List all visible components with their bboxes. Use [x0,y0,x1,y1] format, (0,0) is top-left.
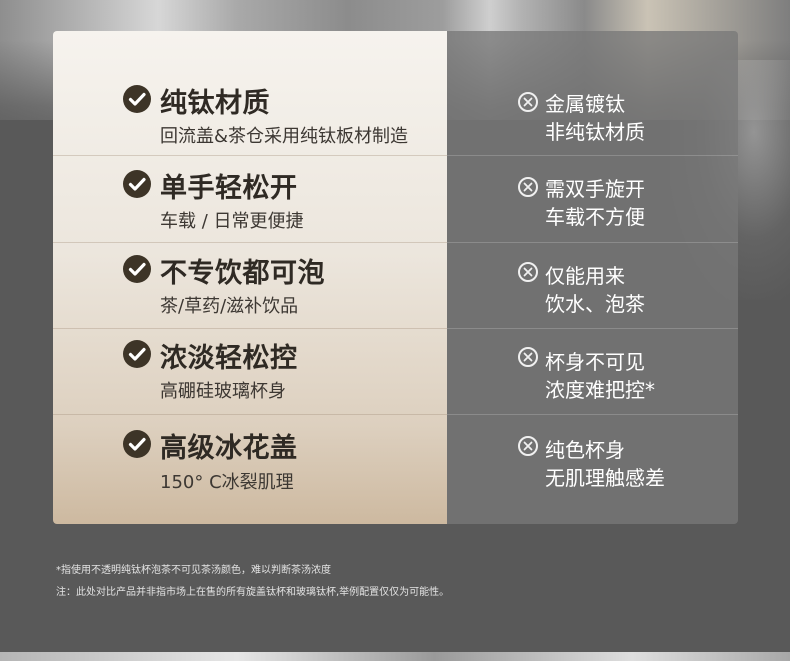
con-line2: 车载不方便 [545,205,645,229]
feature-title: 单手轻松开 [160,173,298,204]
check-circle-icon [123,340,151,368]
check-circle-icon [123,430,151,458]
feature-title: 纯钛材质 [160,88,270,119]
row-divider [447,328,738,329]
con-line1: 金属镀钛 [545,92,625,116]
background-metal-bottom [0,652,790,661]
con-line2: 浓度难把控* [545,378,655,402]
x-circle-icon [518,262,538,282]
row-divider [447,414,738,415]
feature-title: 不专饮都可泡 [160,258,325,289]
con-line1: 需双手旋开 [545,177,645,201]
comparison-panel: 纯钛材质 回流盖&茶仓采用纯钛板材制造 金属镀钛 非纯钛材质 单手轻松开 车载 … [53,31,738,524]
feature-subtitle: 茶/草药/滋补饮品 [160,296,299,317]
con-line2: 非纯钛材质 [545,120,645,144]
con-line2: 无肌理触感差 [545,466,665,490]
row-divider [447,242,738,243]
feature-title: 浓淡轻松控 [160,343,298,374]
check-circle-icon [123,255,151,283]
feature-title: 高级冰花盖 [160,433,298,464]
check-circle-icon [123,170,151,198]
feature-subtitle: 150° C冰裂肌理 [160,472,294,493]
x-circle-icon [518,436,538,456]
con-line2: 饮水、泡茶 [545,292,645,316]
row-divider [53,242,447,243]
x-circle-icon [518,92,538,112]
feature-subtitle: 高硼硅玻璃杯身 [160,381,286,402]
x-circle-icon [518,177,538,197]
footnote-1: *指使用不透明纯钛杯泡茶不可见茶汤颜色，难以判断茶汤浓度 [56,565,331,576]
con-line1: 纯色杯身 [545,438,625,462]
feature-subtitle: 车载 / 日常更便捷 [160,211,304,232]
con-line1: 仅能用来 [545,264,625,288]
row-divider [447,155,738,156]
footnote-2: 注：此处对比产品并非指市场上在售的所有旋盖钛杯和玻璃钛杯,举例配置仅仅为可能性。 [56,587,450,598]
row-divider [53,155,447,156]
row-divider [53,328,447,329]
check-circle-icon [123,85,151,113]
con-line1: 杯身不可见 [545,350,645,374]
row-divider [53,414,447,415]
feature-subtitle: 回流盖&茶仓采用纯钛板材制造 [160,126,409,147]
x-circle-icon [518,347,538,367]
